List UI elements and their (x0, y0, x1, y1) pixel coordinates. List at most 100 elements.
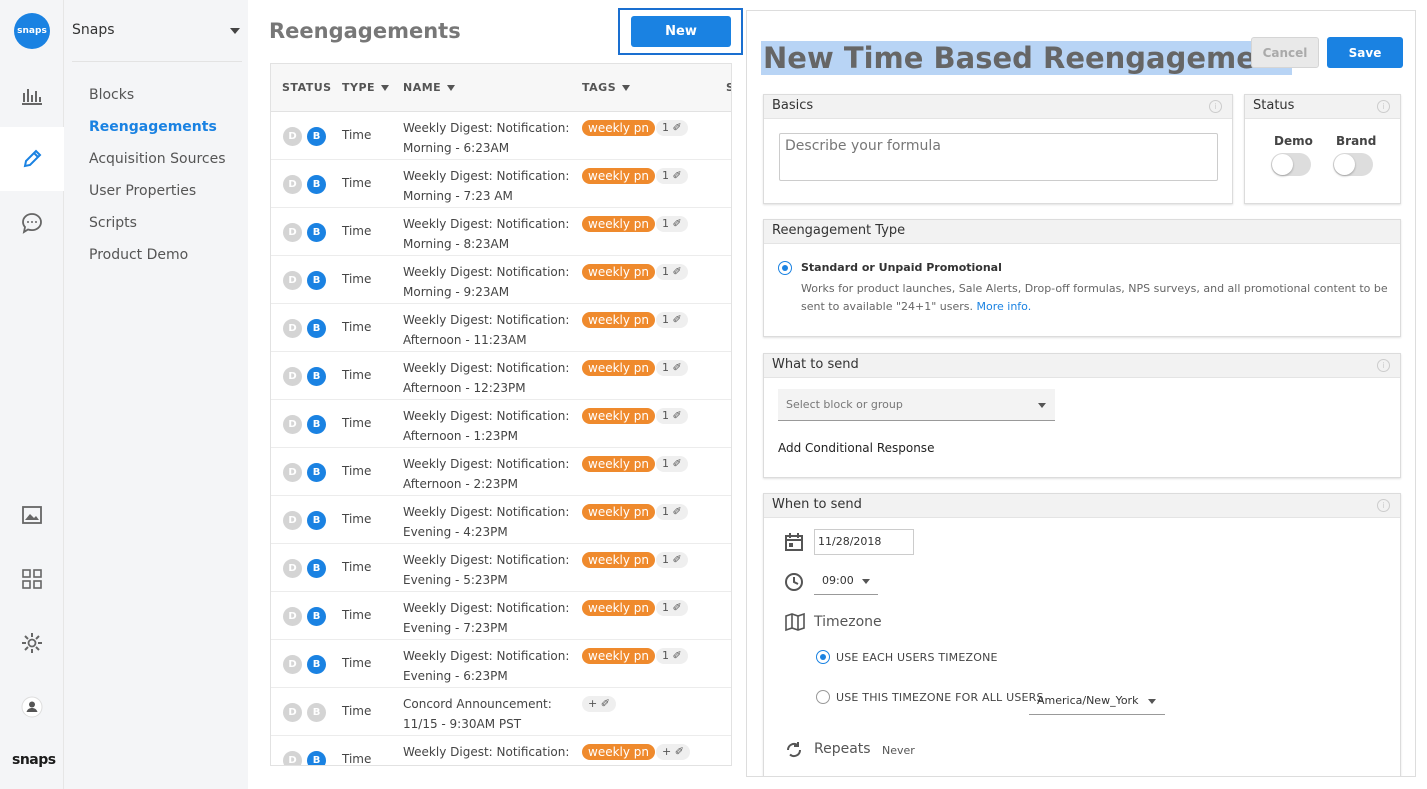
formula-description-input[interactable]: Describe your formula (779, 133, 1218, 181)
save-button[interactable]: Save (1327, 37, 1403, 68)
row-name[interactable]: Weekly Digest: Notification: Afternoon -… (403, 358, 573, 398)
row-name[interactable]: Weekly Digest: Notification: Morning - 7… (403, 166, 573, 206)
tag-count-badge[interactable]: 1 ✐ (656, 360, 688, 376)
tag-badge[interactable]: weekly pn (582, 264, 656, 280)
table-row[interactable]: D B Time Weekly Digest: Notification: After… (271, 448, 731, 496)
analytics-nav[interactable] (0, 63, 64, 127)
tag-badge[interactable]: weekly pn (582, 744, 656, 760)
table-row[interactable]: D B Time Weekly Digest: Notification: Eveni… (271, 640, 731, 688)
tag-count-badge[interactable]: 1 ✐ (656, 648, 688, 664)
row-name[interactable]: Weekly Digest: Notification: Morning - 9… (403, 262, 573, 302)
nav-item-scripts[interactable]: Scripts (89, 215, 137, 231)
col-name[interactable]: NAME (403, 81, 456, 94)
time-select[interactable]: 09:00 (814, 569, 878, 595)
nav-item-blocks[interactable]: Blocks (89, 87, 134, 103)
media-nav[interactable] (0, 483, 64, 547)
grid-icon (22, 569, 42, 589)
tag-count-badge[interactable]: + ✐ (582, 696, 616, 712)
snaps-logo[interactable]: snaps (14, 13, 50, 49)
tag-count-badge[interactable]: 1 ✐ (656, 120, 688, 136)
add-conditional-response-button[interactable]: Add Conditional Response (778, 441, 934, 455)
col-tags[interactable]: TAGS (582, 81, 631, 94)
new-button[interactable]: New (631, 16, 731, 47)
cancel-button[interactable]: Cancel (1251, 37, 1319, 68)
repeats-select[interactable]: Never (882, 744, 915, 757)
table-row[interactable]: D B Time Weekly Digest: Notification: Eveni… (271, 496, 731, 544)
filter-icon[interactable] (381, 85, 390, 91)
table-row[interactable]: D B Time Weekly Digest: Notification: After… (271, 400, 731, 448)
tag-badge[interactable]: weekly pn (582, 552, 656, 568)
table-row[interactable]: D B Time Weekly Digest: Notification: Eveni… (271, 544, 731, 592)
tag-count-badge[interactable]: 1 ✐ (656, 504, 688, 520)
row-name[interactable]: Weekly Digest: Notification: (403, 742, 573, 762)
tag-badge[interactable]: weekly pn (582, 360, 656, 376)
nav-item-product-demo[interactable]: Product Demo (89, 247, 188, 263)
row-name[interactable]: Weekly Digest: Notification: Afternoon -… (403, 310, 573, 350)
tag-count-badge[interactable]: 1 ✐ (656, 312, 688, 328)
demo-toggle[interactable] (1271, 153, 1311, 176)
row-name[interactable]: Weekly Digest: Notification: Evening - 5… (403, 550, 573, 590)
each-user-timezone-radio[interactable] (816, 650, 830, 664)
col-status[interactable]: STATUS (282, 81, 332, 94)
table-row[interactable]: D B Time Weekly Digest: Notification: After… (271, 352, 731, 400)
row-name[interactable]: Weekly Digest: Notification: Morning - 6… (403, 118, 573, 158)
table-row[interactable]: D B Time Concord Announcement: 11/15 - 9:30… (271, 688, 731, 736)
row-name[interactable]: Concord Announcement: 11/15 - 9:30AM PST (403, 694, 573, 734)
info-icon[interactable]: i (1377, 359, 1390, 372)
table-row[interactable]: D B Time Weekly Digest: Notification: Morni… (271, 208, 731, 256)
row-name[interactable]: Weekly Digest: Notification: Evening - 6… (403, 646, 573, 686)
tag-count-badge[interactable]: 1 ✐ (656, 168, 688, 184)
row-name[interactable]: Weekly Digest: Notification: Evening - 7… (403, 598, 573, 638)
profile-nav[interactable] (0, 675, 64, 739)
nav-item-reengagements[interactable]: Reengagements (89, 119, 217, 135)
date-input[interactable]: 11/28/2018 (814, 529, 914, 555)
tag-badge[interactable]: weekly pn (582, 168, 656, 184)
table-row[interactable]: D B Time Weekly Digest: Notification: Morni… (271, 160, 731, 208)
chevron-down-icon[interactable] (230, 28, 240, 34)
org-selector[interactable]: Snaps (72, 22, 115, 38)
tag-badge[interactable]: weekly pn (582, 216, 656, 232)
info-icon[interactable]: i (1377, 100, 1390, 113)
messages-nav[interactable] (0, 191, 64, 255)
tag-count-badge[interactable]: 1 ✐ (656, 600, 688, 616)
tag-count-badge[interactable]: 1 ✐ (656, 216, 688, 232)
col-s[interactable]: S (726, 81, 731, 94)
table-row[interactable]: D B Time Weekly Digest: Notification: Morni… (271, 112, 731, 160)
apps-nav[interactable] (0, 547, 64, 611)
nav-item-acquisition-sources[interactable]: Acquisition Sources (89, 151, 226, 167)
table-row[interactable]: D B Time Weekly Digest: Notification: Morni… (271, 256, 731, 304)
tag-badge[interactable]: weekly pn (582, 600, 656, 616)
settings-nav[interactable] (0, 611, 64, 675)
table-row[interactable]: D B Time Weekly Digest: Notification: After… (271, 304, 731, 352)
tag-badge[interactable]: weekly pn (582, 312, 656, 328)
info-icon[interactable]: i (1209, 100, 1222, 113)
tag-badge[interactable]: weekly pn (582, 504, 656, 520)
more-info-link[interactable]: More info. (977, 300, 1032, 313)
standard-promotional-radio[interactable] (778, 261, 792, 275)
filter-icon[interactable] (622, 85, 631, 91)
nav-item-user-properties[interactable]: User Properties (89, 183, 196, 199)
brand-toggle[interactable] (1333, 153, 1373, 176)
col-type[interactable]: TYPE (342, 81, 390, 94)
tag-badge[interactable]: weekly pn (582, 408, 656, 424)
row-name[interactable]: Weekly Digest: Notification: Afternoon -… (403, 454, 573, 494)
tag-count-badge[interactable]: 1 ✐ (656, 408, 688, 424)
tag-count-badge[interactable]: + ✐ (656, 744, 690, 760)
tag-badge[interactable]: weekly pn (582, 120, 656, 136)
tag-count-badge[interactable]: 1 ✐ (656, 264, 688, 280)
tag-count-badge[interactable]: 1 ✐ (656, 456, 688, 472)
fixed-timezone-radio[interactable] (816, 690, 830, 704)
row-name[interactable]: Weekly Digest: Notification: Afternoon -… (403, 406, 573, 446)
filter-icon[interactable] (447, 85, 456, 91)
timezone-select[interactable]: America/New_York (1029, 689, 1165, 715)
content-nav[interactable] (0, 127, 64, 191)
tag-badge[interactable]: weekly pn (582, 456, 656, 472)
tag-badge[interactable]: weekly pn (582, 648, 656, 664)
table-row[interactable]: D B Time Weekly Digest: Notification: weekly… (271, 736, 731, 765)
info-icon[interactable]: i (1377, 499, 1390, 512)
row-name[interactable]: Weekly Digest: Notification: Evening - 4… (403, 502, 573, 542)
row-name[interactable]: Weekly Digest: Notification: Morning - 8… (403, 214, 573, 254)
block-group-select[interactable]: Select block or group (778, 389, 1055, 421)
table-row[interactable]: D B Time Weekly Digest: Notification: Eveni… (271, 592, 731, 640)
tag-count-badge[interactable]: 1 ✐ (656, 552, 688, 568)
